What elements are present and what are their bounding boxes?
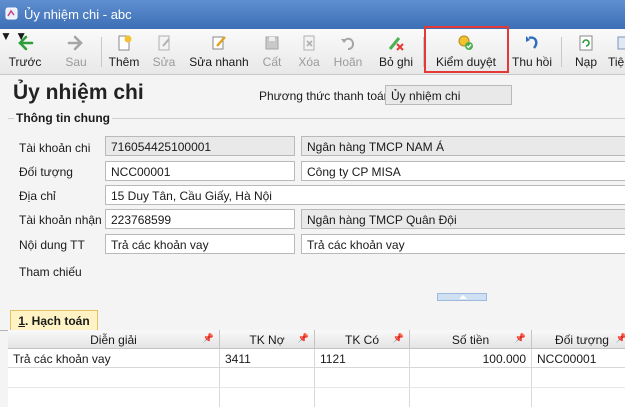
approve-highlight (424, 26, 509, 73)
save-label: Cất (262, 55, 282, 69)
pin-icon[interactable]: 📌 (298, 333, 309, 344)
unrecord-label: Bỏ ghi (378, 55, 414, 69)
address-field[interactable]: 15 Duy Tân, Cầu Giấy, Hà Nội (105, 185, 625, 205)
address-label: Địa chỉ (19, 189, 56, 203)
account-field[interactable]: 716054425100001 (105, 136, 295, 156)
toolbar: Trước ▼ Sau ▼ Thêm Sửa Sửa nhanh Cất Xóa… (0, 29, 625, 75)
arrow-left-icon (18, 35, 34, 51)
header-credit-label: TK Có (344, 333, 379, 347)
pin-icon[interactable]: 📌 (616, 333, 625, 344)
grid-header-debit[interactable]: TK Nợ 📌 (220, 330, 315, 349)
pin-icon[interactable]: 📌 (515, 333, 526, 344)
content-field[interactable]: Trả các khoản vay (105, 234, 295, 254)
edit-document-icon (158, 35, 170, 51)
grid-header-description[interactable]: Diễn giải 📌 (8, 330, 220, 349)
app-icon (5, 7, 18, 20)
cell-description[interactable]: Trả các khoản vay (8, 349, 220, 368)
arrow-right-icon (67, 35, 83, 51)
next-button[interactable]: Sau (56, 29, 96, 74)
cell-amount[interactable]: 100.000 (410, 349, 532, 368)
unrecord-button[interactable]: Bỏ ghi (374, 29, 418, 74)
quick-edit-label: Sửa nhanh (189, 55, 249, 69)
save-icon (265, 36, 279, 50)
back-label: Trước (8, 55, 42, 69)
pin-icon[interactable]: 📌 (203, 333, 214, 344)
content-detail-field[interactable]: Trả các khoản vay (301, 234, 625, 254)
toolbar-separator (561, 37, 562, 67)
delete-label: Xóa (298, 55, 320, 69)
quick-edit-icon (212, 36, 226, 50)
utilities-button[interactable]: Tiệ (608, 29, 625, 74)
detail-tabbar: 1. Hạch toán (0, 306, 625, 331)
receive-account-label: Tài khoản nhận (19, 213, 102, 227)
account-label: Tài khoản chi (19, 141, 91, 155)
header-description-label: Diễn giải (90, 333, 137, 347)
revoke-icon (526, 36, 538, 49)
page-title: Ủy nhiệm chi (13, 81, 144, 104)
account-bank-field[interactable]: Ngân hàng TMCP NAM Á (301, 136, 625, 156)
pencil-cross-icon (388, 37, 404, 51)
voucher-form: Ủy nhiệm chi Phương thức thanh toán Ủy n… (0, 75, 625, 300)
new-document-icon (118, 35, 132, 51)
edit-label: Sửa (152, 55, 176, 69)
tab-accounting-label: . Hạch toán (25, 314, 90, 328)
toolbar-separator (101, 37, 102, 67)
revoke-label: Thu hồi (511, 55, 553, 69)
utilities-label: Tiệ (608, 55, 625, 69)
header-amount-label: Số tiền (451, 333, 490, 347)
utilities-icon (617, 36, 625, 50)
receive-account-field[interactable]: 223768599 (105, 209, 295, 229)
object-name-field[interactable]: Công ty CP MISA (301, 161, 625, 181)
grid-header-object[interactable]: Đối tượng 📌 (532, 330, 625, 349)
content-label: Nội dung TT (19, 238, 85, 252)
undo-label: Hoãn (333, 55, 363, 69)
revoke-button[interactable]: Thu hồi (510, 29, 554, 74)
grid-row-divider (8, 387, 625, 388)
grid-header-credit[interactable]: TK Có 📌 (315, 330, 410, 349)
payment-method-field[interactable]: Ủy nhiệm chi (385, 85, 512, 105)
refresh-icon (579, 35, 593, 51)
cell-debit[interactable]: 3411 (220, 349, 315, 368)
load-button[interactable]: Nạp (568, 29, 604, 74)
receive-bank-field[interactable]: Ngân hàng TMCP Quân Đội (301, 209, 625, 229)
object-label: Đối tượng (19, 165, 73, 179)
collapse-panel-button[interactable] (437, 293, 487, 301)
header-debit-label: TK Nợ (249, 333, 285, 347)
back-button[interactable]: Trước (2, 29, 48, 74)
undo-icon (341, 37, 355, 50)
tab-accounting-number: 1 (18, 314, 25, 328)
accounting-grid: Diễn giải 📌 TK Nợ 📌 TK Có 📌 Số tiền 📌 Đối tư… (8, 330, 625, 407)
grid-header-amount[interactable]: Số tiền 📌 (410, 330, 532, 349)
header-object-label: Đối tượng (555, 333, 609, 347)
window-title: Ủy nhiệm chi - abc (24, 7, 132, 22)
quick-edit-button[interactable]: Sửa nhanh (188, 29, 250, 74)
edit-button[interactable]: Sửa (146, 29, 182, 74)
cell-credit[interactable]: 1121 (315, 349, 410, 368)
cell-object[interactable]: NCC00001 (532, 349, 625, 368)
title-bar: Ủy nhiệm chi - abc (0, 0, 625, 29)
delete-button[interactable]: Xóa (292, 29, 326, 74)
pin-icon[interactable]: 📌 (393, 333, 404, 344)
undo-button[interactable]: Hoãn (330, 29, 366, 74)
next-label: Sau (65, 55, 87, 69)
save-button[interactable]: Cất (256, 29, 288, 74)
add-button[interactable]: Thêm (104, 29, 144, 74)
add-label: Thêm (108, 55, 140, 69)
object-code-field[interactable]: NCC00001 (105, 161, 295, 181)
delete-icon (303, 35, 315, 51)
general-info-title: Thông tin chung (14, 111, 112, 125)
tab-accounting[interactable]: 1. Hạch toán (10, 310, 98, 331)
reference-label: Tham chiếu (19, 265, 82, 279)
load-label: Nạp (574, 55, 597, 69)
payment-method-label: Phương thức thanh toán (259, 89, 391, 103)
